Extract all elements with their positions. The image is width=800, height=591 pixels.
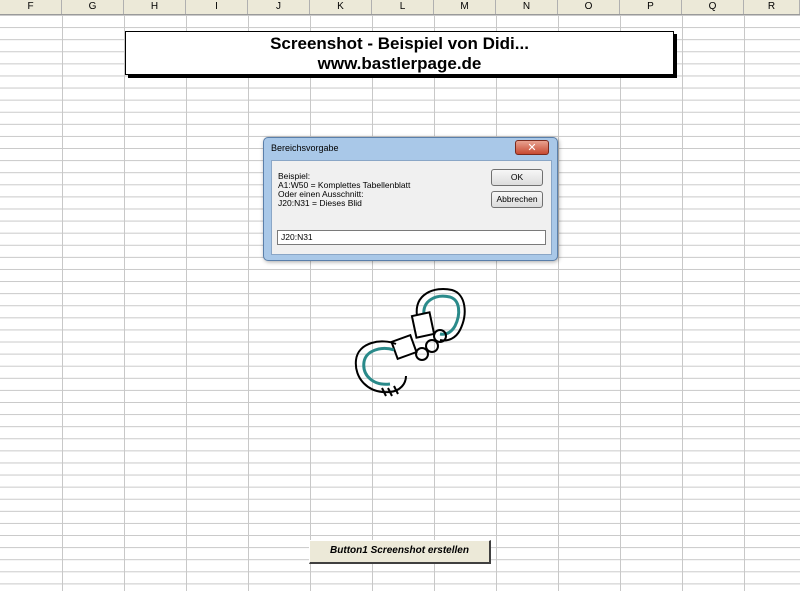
ok-button[interactable]: OK	[491, 169, 543, 186]
website-line: www.bastlerpage.de	[317, 54, 482, 73]
column-header[interactable]: R	[744, 0, 800, 14]
grid-line	[124, 15, 125, 591]
title-textbox[interactable]: Screenshot - Beispiel von Didi... www.ba…	[125, 31, 674, 75]
column-header[interactable]: P	[620, 0, 682, 14]
grid-line	[558, 15, 559, 591]
column-header[interactable]: G	[62, 0, 124, 14]
dialog-titlebar[interactable]: Bereichsvorgabe ✕	[264, 138, 557, 160]
cancel-button[interactable]: Abbrechen	[491, 191, 543, 208]
title-line: Screenshot - Beispiel von Didi...	[270, 34, 529, 53]
column-header[interactable]: I	[186, 0, 248, 14]
grid-line	[186, 15, 187, 591]
column-header[interactable]: N	[496, 0, 558, 14]
grid-line	[310, 15, 311, 591]
grid-line	[682, 15, 683, 591]
create-screenshot-button[interactable]: Button1 Screenshot erstellen	[309, 540, 491, 564]
grid-line	[496, 15, 497, 591]
grid-line	[62, 15, 63, 591]
range-input-dialog: Bereichsvorgabe ✕ Beispiel: A1:W50 = Kom…	[263, 137, 558, 261]
column-header[interactable]: M	[434, 0, 496, 14]
grid-line	[620, 15, 621, 591]
column-header[interactable]: Q	[682, 0, 744, 14]
range-input[interactable]: J20:N31	[277, 230, 546, 245]
handcuffs-image[interactable]	[352, 284, 472, 402]
column-header[interactable]: O	[558, 0, 620, 14]
grid-line	[248, 15, 249, 591]
column-header[interactable]: H	[124, 0, 186, 14]
column-header[interactable]: K	[310, 0, 372, 14]
column-header[interactable]: F	[0, 0, 62, 14]
column-header[interactable]: L	[372, 0, 434, 14]
close-button[interactable]: ✕	[515, 140, 549, 155]
handcuffs-icon	[354, 288, 466, 397]
dialog-body: Beispiel: A1:W50 = Komplettes Tabellenbl…	[271, 160, 552, 255]
close-icon: ✕	[527, 142, 537, 154]
grid-line	[744, 15, 745, 591]
column-header-row: F G H I J K L M N O P Q R	[0, 0, 800, 15]
dialog-title: Bereichsvorgabe	[271, 143, 339, 153]
prompt-line: J20:N31 = Dieses Blid	[278, 198, 362, 208]
column-header[interactable]: J	[248, 0, 310, 14]
